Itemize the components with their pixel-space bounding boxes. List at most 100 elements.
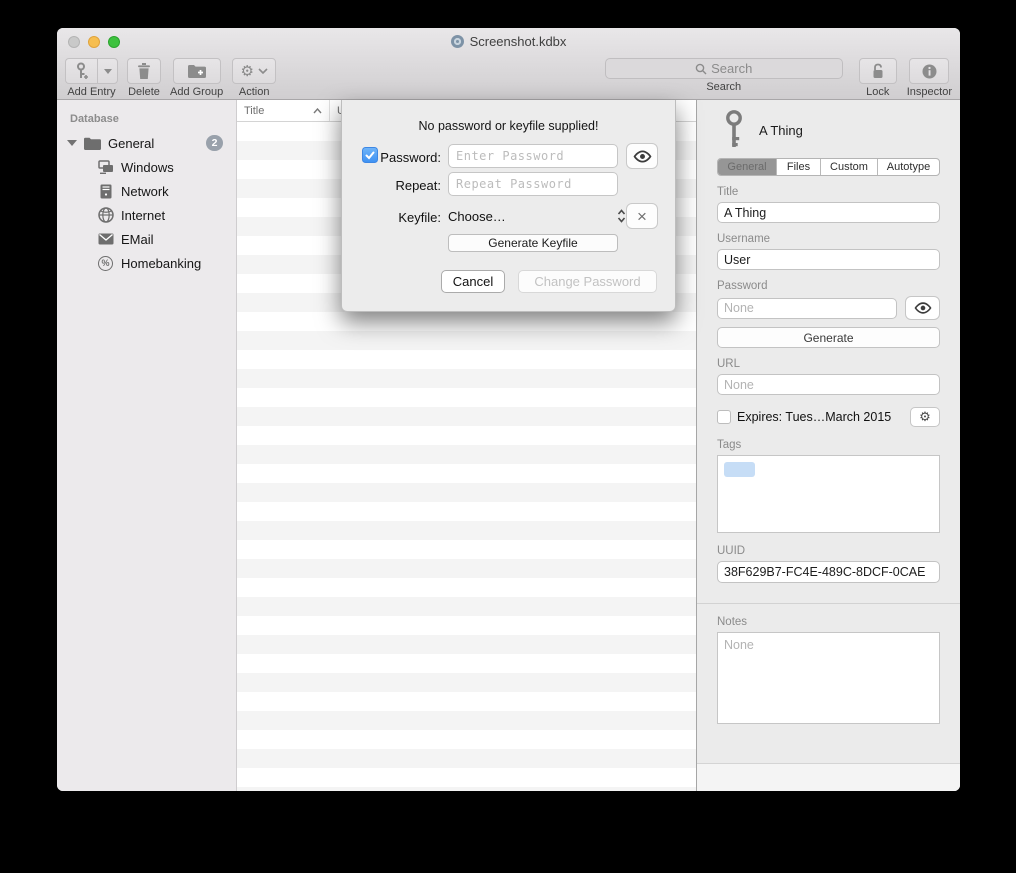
- delete-label: Delete: [128, 86, 160, 98]
- search-icon: [695, 63, 707, 75]
- notes-placeholder: None: [724, 638, 754, 652]
- tab-general[interactable]: General: [718, 159, 777, 175]
- inspector-tabs: General Files Custom Autotype: [717, 158, 940, 176]
- sidebar-item-homebanking[interactable]: % Homebanking: [57, 251, 236, 275]
- password-dialog: No password or keyfile supplied! Passwor…: [341, 100, 676, 312]
- stepper-icon: [617, 209, 626, 223]
- uuid-label: UUID: [717, 545, 940, 558]
- gear-icon: ⚙: [240, 64, 253, 79]
- chevron-down-icon: [104, 69, 112, 74]
- close-icon: ×: [637, 208, 647, 225]
- delete-button[interactable]: [127, 58, 161, 84]
- inspector-label: Inspector: [907, 86, 952, 98]
- sidebar-item-label: Windows: [121, 160, 174, 175]
- generate-password-button[interactable]: Generate: [717, 327, 940, 348]
- chevron-down-icon: [258, 68, 268, 74]
- sidebar-item-label: Network: [121, 184, 169, 199]
- tag-chip[interactable]: [724, 462, 755, 477]
- sidebar-item-windows[interactable]: Windows: [57, 155, 236, 179]
- repeat-password-field[interactable]: [448, 172, 618, 196]
- tags-field[interactable]: [717, 455, 940, 533]
- tab-files[interactable]: Files: [777, 159, 821, 175]
- cancel-button[interactable]: Cancel: [441, 270, 505, 293]
- server-icon: [97, 183, 114, 200]
- add-group-label: Add Group: [170, 86, 223, 98]
- search-placeholder: Search: [711, 61, 752, 76]
- titlebar: Screenshot.kdbx: [57, 28, 960, 56]
- add-group-button[interactable]: [173, 58, 221, 84]
- tags-label: Tags: [717, 439, 940, 452]
- document-icon: [451, 35, 464, 48]
- window-title: Screenshot.kdbx: [470, 34, 567, 49]
- expires-label: Expires: Tues…March 2015: [737, 410, 904, 424]
- password-label: Password:: [342, 150, 441, 165]
- key-icon: [723, 110, 745, 150]
- lock-button[interactable]: [859, 58, 897, 84]
- add-entry-dropdown-button[interactable]: [97, 58, 118, 84]
- inspector-button[interactable]: [909, 58, 949, 84]
- info-icon: [922, 64, 937, 79]
- tab-custom[interactable]: Custom: [821, 159, 878, 175]
- envelope-icon: [97, 231, 114, 248]
- password-field[interactable]: [717, 298, 897, 319]
- enter-password-field[interactable]: [448, 144, 618, 168]
- add-entry-button[interactable]: [65, 58, 97, 84]
- sidebar-section-header: Database: [57, 109, 236, 131]
- sidebar: Database General 2 Windows Network: [57, 100, 237, 791]
- app-window: Screenshot.kdbx Add Entry: [57, 28, 960, 791]
- notes-field[interactable]: None: [717, 632, 940, 724]
- percent-icon: %: [97, 255, 114, 272]
- search-label: Search: [706, 81, 741, 93]
- generate-keyfile-button[interactable]: Generate Keyfile: [448, 234, 618, 252]
- sidebar-item-label: EMail: [121, 232, 154, 247]
- title-field[interactable]: [717, 202, 940, 223]
- unlock-icon: [871, 63, 885, 79]
- sort-ascending-icon: [313, 108, 322, 114]
- expires-options-button[interactable]: ⚙: [910, 407, 940, 427]
- eye-icon: [914, 302, 932, 314]
- folder-icon: [84, 135, 101, 152]
- sidebar-item-label: Internet: [121, 208, 165, 223]
- sidebar-item-network[interactable]: Network: [57, 179, 236, 203]
- username-field[interactable]: [717, 249, 940, 270]
- search-input[interactable]: Search: [605, 58, 843, 79]
- entry-title: A Thing: [759, 123, 803, 138]
- inspector-footer: [697, 763, 960, 791]
- repeat-label: Repeat:: [342, 178, 441, 193]
- sidebar-item-email[interactable]: EMail: [57, 227, 236, 251]
- keyfile-popup[interactable]: Choose…: [448, 204, 626, 228]
- change-password-button: Change Password: [518, 270, 657, 293]
- sidebar-item-label: Homebanking: [121, 256, 201, 271]
- globe-icon: [97, 207, 114, 224]
- username-label: Username: [717, 233, 940, 246]
- show-password-button[interactable]: [626, 143, 658, 169]
- column-header-title[interactable]: Title: [237, 100, 330, 121]
- windows-icon: [97, 159, 114, 176]
- gear-icon: ⚙: [919, 411, 931, 424]
- sidebar-item-label: General: [108, 136, 154, 151]
- action-label: Action: [239, 86, 270, 98]
- sidebar-item-general[interactable]: General 2: [57, 131, 236, 155]
- action-button[interactable]: ⚙: [232, 58, 276, 84]
- show-password-button[interactable]: [905, 296, 940, 320]
- keyfile-label: Keyfile:: [342, 210, 441, 225]
- disclosure-triangle-icon[interactable]: [67, 140, 77, 146]
- sidebar-item-internet[interactable]: Internet: [57, 203, 236, 227]
- url-label: URL: [717, 358, 940, 371]
- tab-autotype[interactable]: Autotype: [878, 159, 939, 175]
- toolbar: Add Entry Delete Add Group: [57, 56, 960, 99]
- title-label: Title: [717, 186, 940, 199]
- dialog-message: No password or keyfile supplied!: [342, 119, 675, 133]
- key-plus-icon: [75, 62, 89, 80]
- uuid-field[interactable]: [717, 561, 940, 583]
- url-field[interactable]: [717, 374, 940, 395]
- section-divider: [697, 603, 960, 604]
- trash-icon: [137, 63, 151, 79]
- expires-checkbox[interactable]: [717, 410, 731, 424]
- inspector-panel: A Thing General Files Custom Autotype Ti…: [696, 100, 960, 791]
- clear-keyfile-button[interactable]: ×: [626, 203, 658, 229]
- lock-label: Lock: [866, 86, 889, 98]
- entry-count-badge: 2: [206, 135, 223, 151]
- window-chrome: Screenshot.kdbx Add Entry: [57, 28, 960, 100]
- folder-plus-icon: [188, 64, 206, 78]
